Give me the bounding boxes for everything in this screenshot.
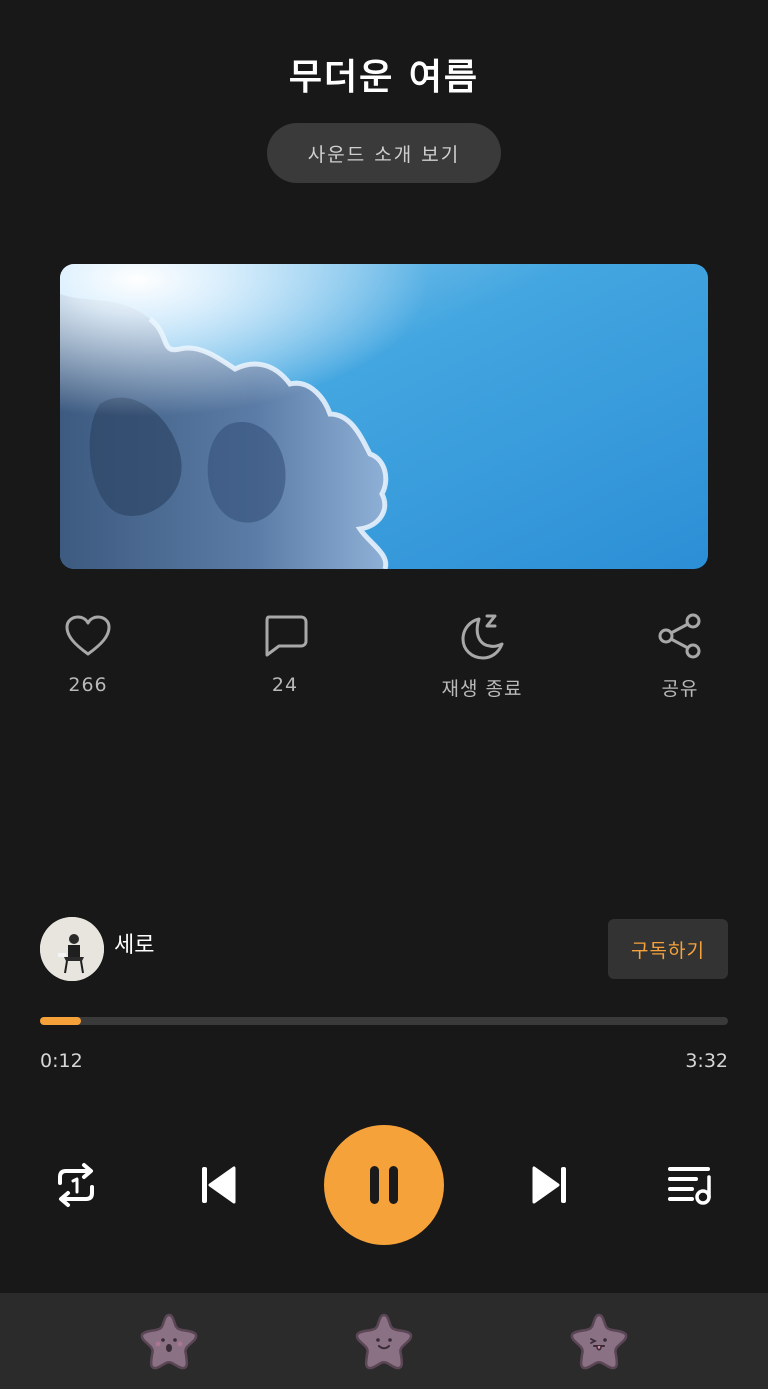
- current-time: 0:12: [40, 1050, 83, 1072]
- sound-intro-button[interactable]: 사운드 소개 보기: [267, 123, 501, 183]
- subscribe-button[interactable]: 구독하기: [608, 919, 728, 979]
- repeat-one-icon: [58, 1163, 94, 1207]
- moon-icon: [454, 608, 510, 664]
- playlist-icon: [668, 1167, 711, 1205]
- like-button[interactable]: 266: [28, 608, 148, 696]
- next-button[interactable]: [522, 1157, 578, 1213]
- avatar[interactable]: [40, 917, 104, 981]
- star-tongue-icon: [570, 1313, 628, 1370]
- share-icon: [652, 608, 708, 664]
- comment-count: 24: [271, 674, 299, 696]
- total-time: 3:32: [685, 1050, 728, 1072]
- playback-controls: [0, 1125, 768, 1245]
- progress-fill: [40, 1017, 81, 1025]
- action-row: 266 24 재생 종료 공유: [0, 608, 768, 708]
- share-button[interactable]: 공유: [620, 608, 740, 701]
- bottom-tab-bar: [0, 1293, 768, 1389]
- star-smile-icon: [355, 1313, 413, 1370]
- sky-clouds-image: [60, 264, 708, 569]
- sleep-timer-button[interactable]: 재생 종료: [422, 608, 542, 701]
- cover-image: [60, 264, 708, 569]
- tab-star-tongue[interactable]: [567, 1311, 631, 1371]
- tab-star-smile[interactable]: [352, 1311, 416, 1371]
- star-surprised-icon: [140, 1313, 198, 1370]
- previous-button[interactable]: [190, 1157, 246, 1213]
- page-title: 무더운 여름: [288, 57, 480, 98]
- pause-button[interactable]: [324, 1125, 444, 1245]
- repeat-button[interactable]: [48, 1157, 104, 1213]
- skip-previous-icon: [202, 1166, 236, 1204]
- creator-name: 세로: [114, 933, 155, 958]
- like-count: 266: [68, 674, 108, 696]
- heart-icon: [60, 608, 116, 664]
- skip-next-icon: [532, 1166, 566, 1204]
- pause-icon: [370, 1166, 398, 1204]
- playlist-button[interactable]: [662, 1157, 718, 1213]
- progress-bar[interactable]: [40, 1017, 728, 1025]
- comment-button[interactable]: 24: [225, 608, 345, 696]
- share-label: 공유: [661, 678, 699, 700]
- creator-info[interactable]: 세로: [40, 917, 154, 981]
- speech-bubble-icon: [257, 608, 313, 664]
- sleep-timer-label: 재생 종료: [441, 678, 523, 700]
- tab-star-surprised[interactable]: [137, 1311, 201, 1371]
